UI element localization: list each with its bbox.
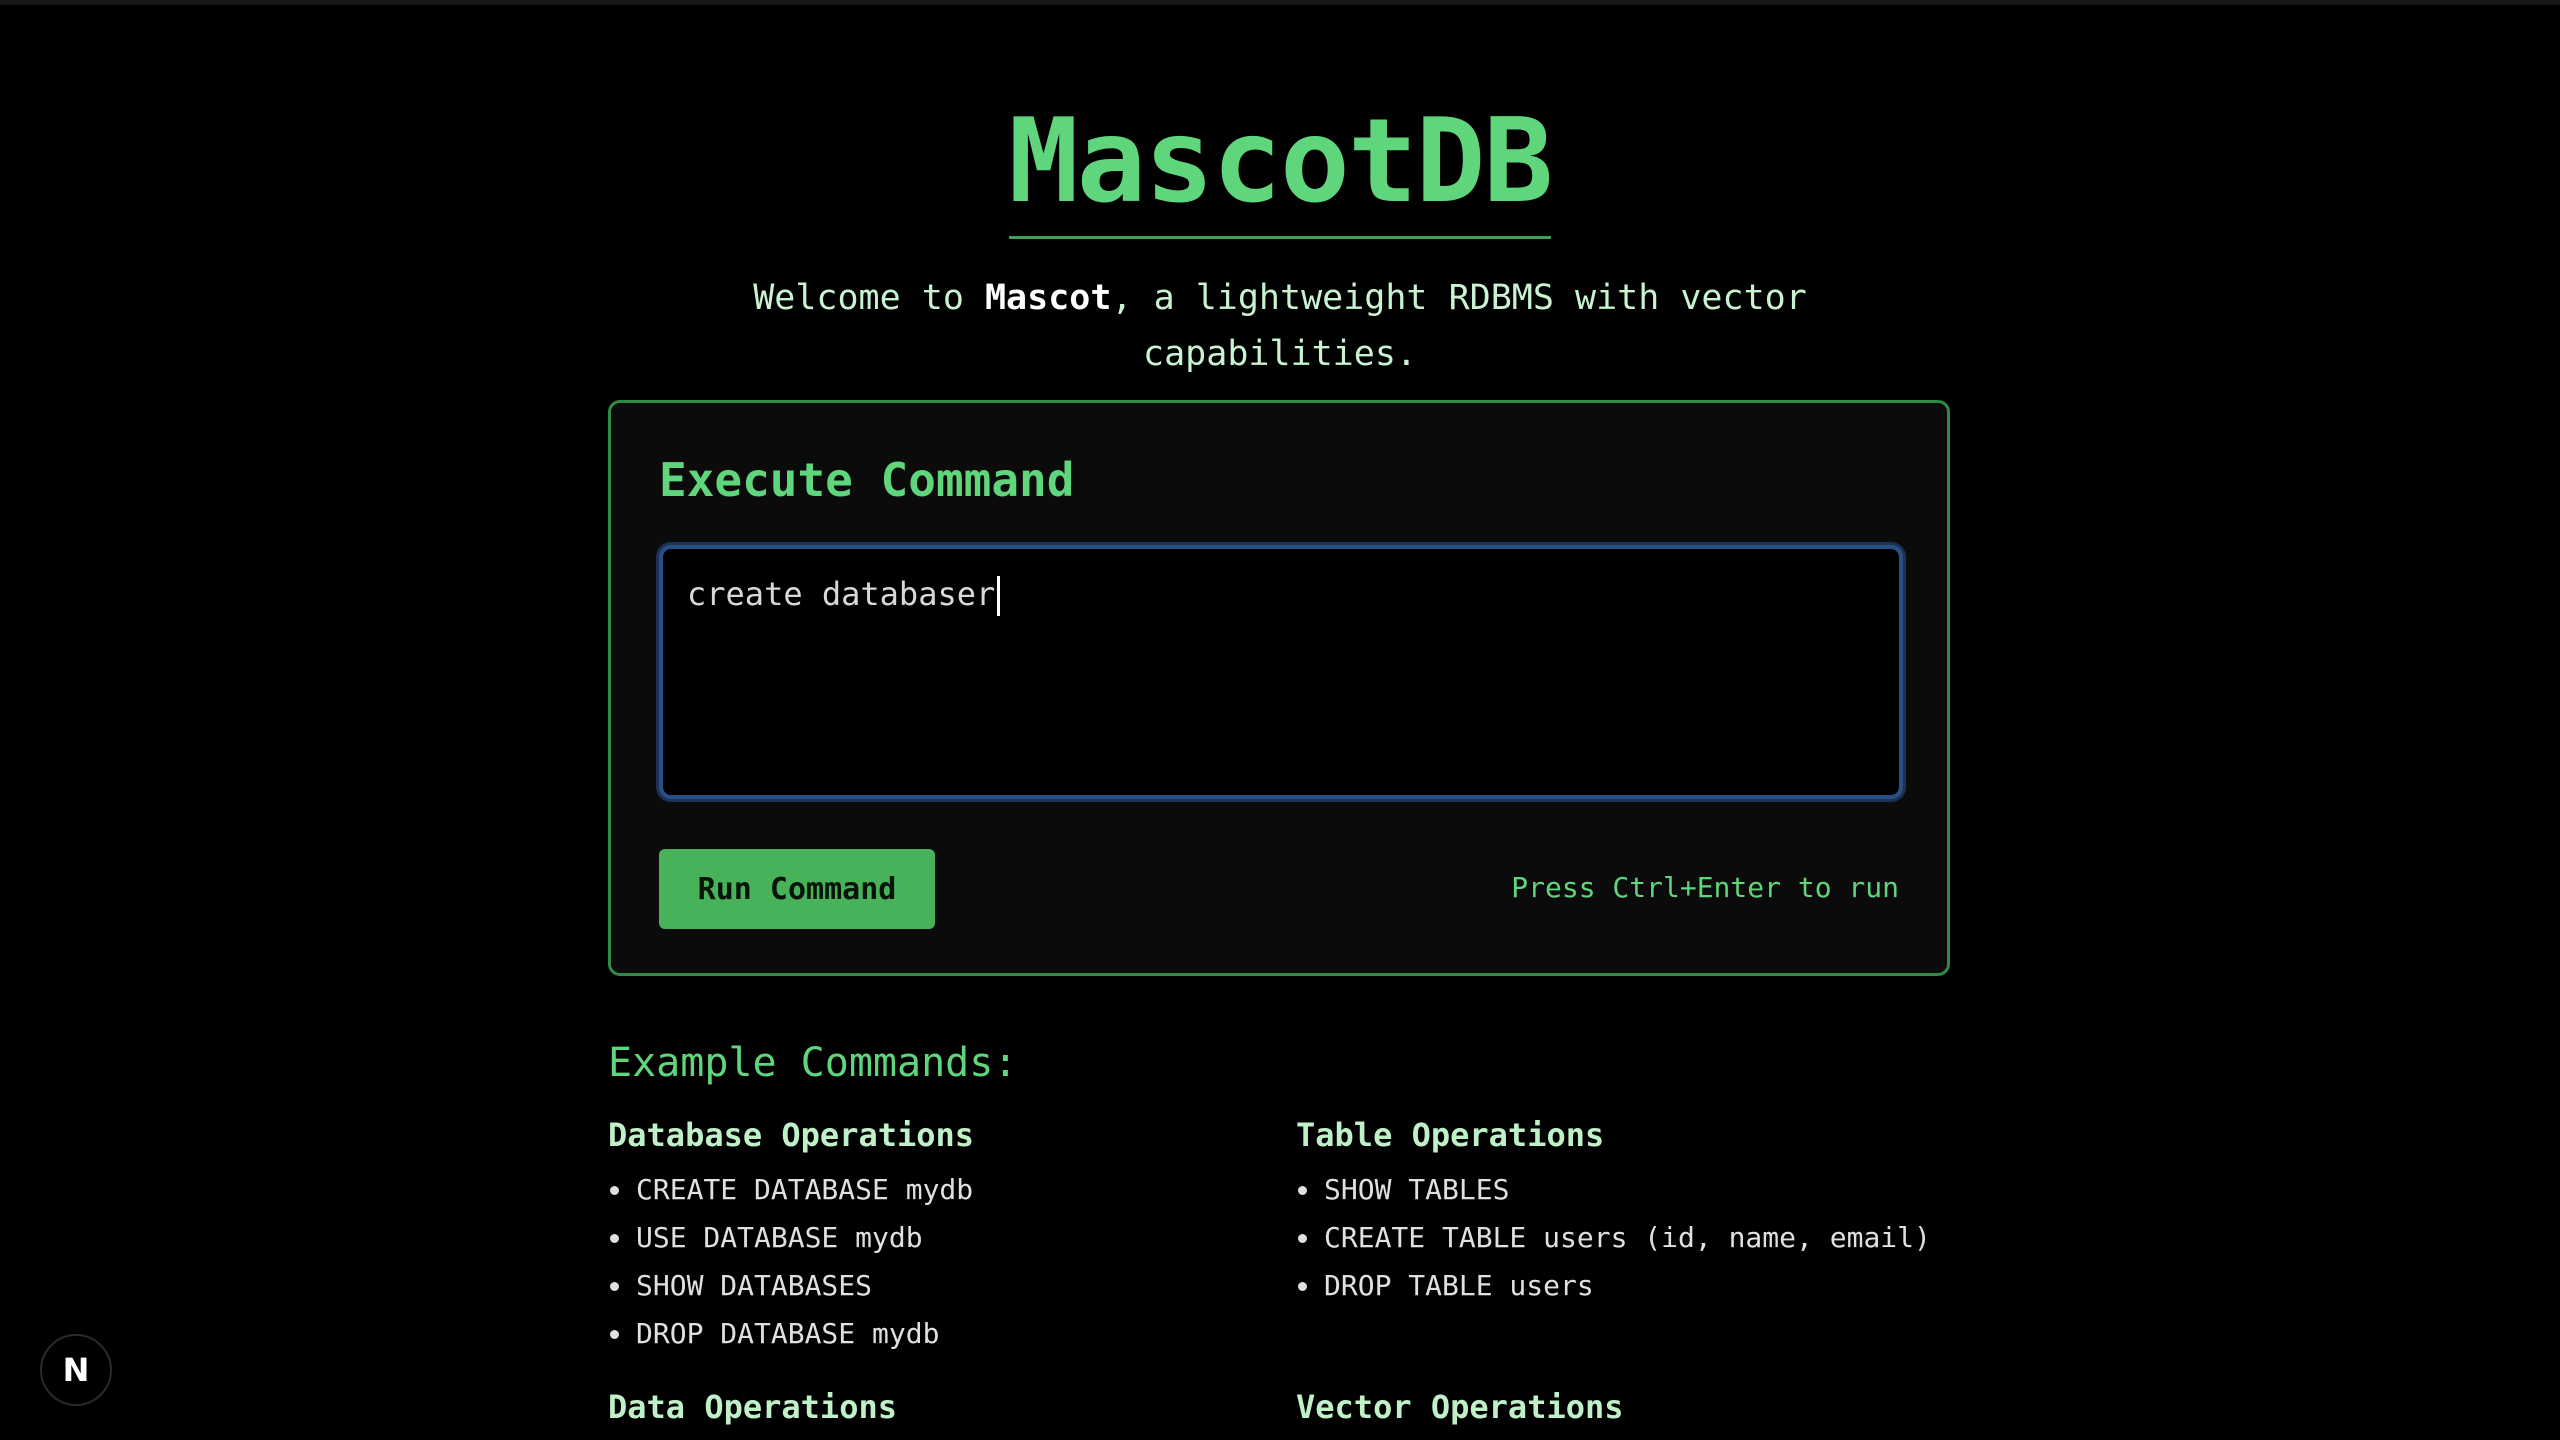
- command-input[interactable]: create databaser: [659, 545, 1903, 799]
- subtitle-suffix: , a lightweight RDBMS with vector capabi…: [1111, 278, 1807, 374]
- run-hint: Press Ctrl+Enter to run: [1511, 871, 1899, 904]
- group-data-operations: Data Operations: [608, 1388, 897, 1438]
- examples-heading: Example Commands:: [608, 1040, 1018, 1086]
- list-item: CREATE TABLE users (id, name, email): [1296, 1214, 1931, 1262]
- top-divider: [0, 0, 2560, 5]
- group-database-operations: Database Operations CREATE DATABASE mydb…: [608, 1116, 974, 1358]
- text-caret: [997, 576, 1001, 616]
- header: MascotDB: [0, 92, 2560, 239]
- group-title: Vector Operations: [1296, 1388, 1624, 1426]
- page: MascotDB Welcome to Mascot, a lightweigh…: [0, 0, 2560, 1440]
- subtitle-prefix: Welcome to: [753, 278, 985, 318]
- list-item: CREATE DATABASE mydb: [608, 1166, 974, 1214]
- list-item: USE DATABASE mydb: [608, 1214, 974, 1262]
- page-title: MascotDB: [1008, 92, 1553, 239]
- command-list: SHOW TABLES CREATE TABLE users (id, name…: [1296, 1166, 1931, 1310]
- execute-heading: Execute Command: [659, 453, 1075, 507]
- run-command-button[interactable]: Run Command: [659, 849, 935, 929]
- list-item: DROP DATABASE mydb: [608, 1310, 974, 1358]
- command-value: create databaser: [687, 575, 996, 613]
- group-vector-operations: Vector Operations: [1296, 1388, 1624, 1438]
- subtitle-brand: Mascot: [984, 278, 1112, 318]
- list-item: SHOW TABLES: [1296, 1166, 1931, 1214]
- group-title: Data Operations: [608, 1388, 897, 1426]
- list-item: DROP TABLE users: [1296, 1262, 1931, 1310]
- command-list: CREATE DATABASE mydb USE DATABASE mydb S…: [608, 1166, 974, 1358]
- group-title: Table Operations: [1296, 1116, 1605, 1154]
- subtitle: Welcome to Mascot, a lightweight RDBMS w…: [700, 270, 1860, 382]
- group-table-operations: Table Operations SHOW TABLES CREATE TABL…: [1296, 1116, 1931, 1310]
- list-item: SHOW DATABASES: [608, 1262, 974, 1310]
- execute-panel: Execute Command create databaser Run Com…: [608, 400, 1950, 976]
- group-title: Database Operations: [608, 1116, 975, 1154]
- nextjs-icon[interactable]: N: [40, 1334, 112, 1406]
